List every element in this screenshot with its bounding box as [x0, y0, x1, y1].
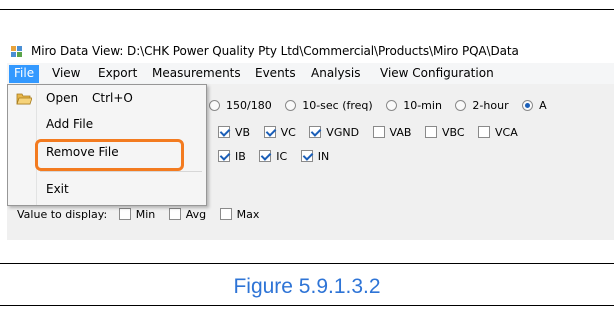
menu-analysis[interactable]: Analysis: [306, 65, 365, 83]
checkbox-label: VBC: [441, 126, 465, 139]
radio-option[interactable]: A: [522, 99, 547, 112]
current-channel-group: IB IC IN: [218, 150, 339, 163]
checkbox-label: VAB: [389, 126, 412, 139]
radio-label: 150/180: [226, 99, 272, 112]
checkbox-label: Max: [236, 208, 260, 221]
channel-checkbox[interactable]: VGND: [309, 126, 359, 139]
checkbox-checked-icon: [218, 126, 230, 138]
figure-caption: Figure 5.9.1.3.2: [233, 275, 381, 298]
checkbox-icon: [219, 208, 232, 220]
checkbox-label: VCA: [495, 126, 518, 139]
top-rule: [0, 9, 614, 10]
radio-selected-icon: [522, 100, 534, 111]
open-folder-icon: [16, 93, 32, 105]
menu-item-open[interactable]: Open Ctrl+O: [8, 87, 206, 111]
caption-bottom-rule: [0, 305, 614, 306]
menu-view-configuration[interactable]: View Configuration: [375, 65, 499, 83]
value-checkbox-avg[interactable]: Avg: [168, 208, 207, 221]
menu-events[interactable]: Events: [250, 65, 301, 83]
interval-radio-group: 150/180 10-sec (freq) 10-min 2-hour A: [209, 99, 557, 112]
value-checkbox-min[interactable]: Min: [118, 208, 156, 221]
radio-icon: [386, 100, 398, 111]
menu-item-label: Exit: [46, 182, 69, 196]
app-logo-icon: [11, 46, 23, 58]
channel-checkbox[interactable]: IB: [218, 150, 246, 163]
checkbox-checked-icon: [218, 150, 230, 162]
checkbox-checked-icon: [300, 150, 313, 162]
menu-separator: [40, 171, 202, 172]
radio-option[interactable]: 150/180: [209, 99, 272, 112]
menu-file[interactable]: File: [9, 65, 40, 83]
radio-icon: [209, 100, 220, 111]
menu-item-label: Add File: [46, 117, 94, 131]
value-display-row: Value to display: Min Avg Max: [17, 208, 269, 221]
remove-file-highlight-box: [35, 139, 184, 171]
radio-label: 10-min: [403, 99, 442, 112]
voltage-channel-group: VB VC VGND VAB VBC VCA: [218, 126, 528, 139]
radio-icon: [285, 100, 297, 111]
radio-option[interactable]: 10-sec (freq): [285, 99, 373, 112]
radio-label: 2-hour: [472, 99, 509, 112]
channel-checkbox[interactable]: IC: [259, 150, 287, 163]
radio-icon: [455, 100, 467, 111]
app-window: Miro Data View: D:\CHK Power Quality Pty…: [7, 41, 614, 240]
menu-item-label: Open: [46, 91, 79, 105]
checkbox-checked-icon: [309, 126, 322, 138]
channel-checkbox[interactable]: VBC: [424, 126, 465, 139]
menu-item-exit[interactable]: Exit: [8, 178, 206, 202]
checkbox-label: VC: [280, 126, 296, 139]
radio-option[interactable]: 2-hour: [455, 99, 509, 112]
checkbox-label: IN: [317, 150, 330, 163]
menu-measurements[interactable]: Measurements: [147, 65, 246, 83]
menu-bar: File View Export Measurements Events Ana…: [7, 63, 614, 84]
channel-checkbox[interactable]: VB: [218, 126, 250, 139]
checkbox-checked-icon: [259, 150, 272, 162]
radio-label: A: [539, 99, 547, 112]
menu-item-add-file[interactable]: Add File: [8, 113, 206, 137]
checkbox-label: VB: [235, 126, 251, 139]
checkbox-icon: [372, 126, 385, 138]
menu-export[interactable]: Export: [93, 65, 142, 83]
checkbox-icon: [424, 126, 437, 138]
checkbox-label: IC: [276, 150, 288, 163]
radio-label: 10-sec (freq): [302, 99, 373, 112]
channel-checkbox[interactable]: VCA: [478, 126, 518, 139]
checkbox-icon: [118, 208, 131, 220]
figure-frame: Miro Data View: D:\CHK Power Quality Pty…: [0, 0, 614, 309]
channel-checkbox[interactable]: IN: [300, 150, 330, 163]
title-bar: Miro Data View: D:\CHK Power Quality Pty…: [7, 41, 614, 63]
menu-view[interactable]: View: [47, 65, 85, 83]
menu-item-shortcut: Ctrl+O: [92, 91, 133, 105]
checkbox-label: VGND: [326, 126, 360, 139]
checkbox-icon: [478, 126, 491, 138]
window-title: Miro Data View: D:\CHK Power Quality Pty…: [31, 44, 519, 58]
caption-top-rule: [0, 263, 614, 264]
checkbox-checked-icon: [263, 126, 276, 138]
checkbox-label: IB: [235, 150, 246, 163]
checkbox-label: Avg: [185, 208, 207, 221]
checkbox-label: Min: [135, 208, 156, 221]
radio-option[interactable]: 10-min: [386, 99, 442, 112]
channel-checkbox[interactable]: VC: [263, 126, 296, 139]
value-checkbox-max[interactable]: Max: [219, 208, 260, 221]
value-display-label: Value to display:: [17, 208, 108, 221]
channel-checkbox[interactable]: VAB: [372, 126, 412, 139]
checkbox-icon: [168, 208, 181, 220]
